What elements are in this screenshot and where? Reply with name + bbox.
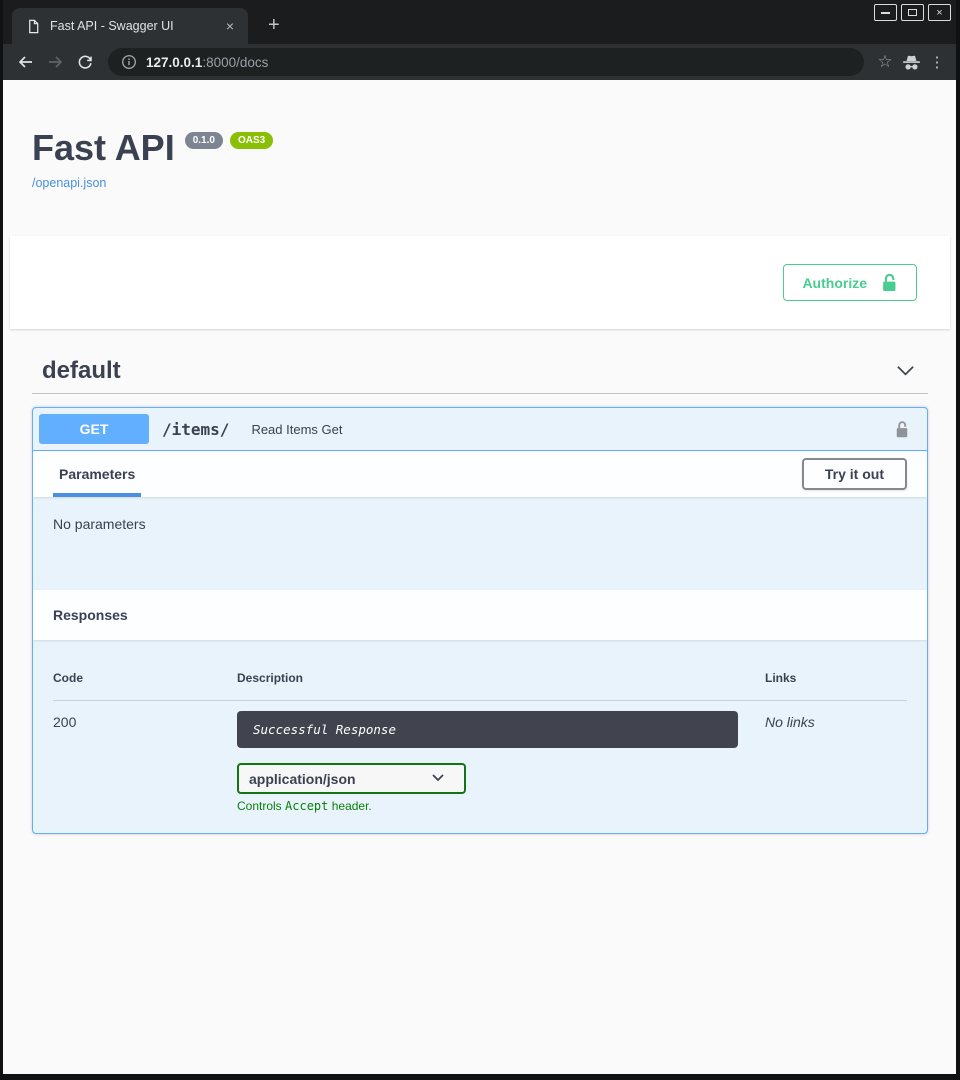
window-maximize-button[interactable] [901,4,924,21]
collapse-section-button[interactable] [884,365,926,377]
accept-header-note: Controls Accept header. [237,799,765,813]
maximize-icon [908,9,917,16]
chevron-down-icon [896,365,915,377]
url-host: 127.0.0.1 [146,55,202,70]
response-description-cell: Successful Response application/json [237,711,765,813]
browser-tab[interactable]: Fast API - Swagger UI × [12,8,248,44]
site-info-icon[interactable] [121,54,137,70]
response-links: No links [765,711,907,813]
url-bar[interactable]: 127.0.0.1:8000/docs [108,48,864,76]
unlocked-padlock-icon [881,273,898,292]
api-operations: default GET /items/ Read Items Get [0,357,960,834]
forward-button[interactable] [40,47,70,77]
reload-icon [77,54,93,70]
operation-summary-text: Read Items Get [251,422,895,437]
responses-table-header: Code Description Links [53,658,907,701]
browser-menu-icon[interactable]: ⋮ [924,49,950,75]
responses-header: Responses [33,590,927,640]
document-favicon-icon [26,19,41,34]
browser-tab-strip: Fast API - Swagger UI × + × [0,0,960,44]
operation-path: /items/ [162,420,229,439]
description-column-header: Description [237,671,765,685]
response-row-200: 200 Successful Response application/json [53,701,907,813]
back-arrow-icon [17,54,34,70]
back-button[interactable] [10,47,40,77]
response-code: 200 [53,711,237,813]
code-column-header: Code [53,671,237,685]
unlocked-padlock-icon [895,420,909,439]
minimize-icon [881,12,890,14]
bookmark-star-icon[interactable]: ☆ [872,49,898,75]
accept-note-prefix: Controls [237,799,285,813]
accept-note-code: Accept [285,799,328,813]
reload-button[interactable] [70,47,100,77]
opblock-get-items: GET /items/ Read Items Get Parameters Tr… [32,407,928,834]
tag-name: default [42,357,121,385]
authorize-button[interactable]: Authorize [783,264,917,301]
openapi-spec-link[interactable]: /openapi.json [32,176,106,190]
parameters-header: Parameters Try it out [33,451,927,497]
no-parameters-message: No parameters [33,497,927,590]
incognito-icon [898,49,924,75]
forward-arrow-icon [47,54,64,70]
response-description: Successful Response [237,711,738,748]
url-text: 127.0.0.1:8000/docs [146,55,268,70]
operation-auth-button[interactable] [895,420,909,439]
try-it-out-button[interactable]: Try it out [802,458,907,490]
http-method-badge: GET [39,414,149,444]
url-path: :8000/docs [202,55,268,70]
browser-toolbar: 127.0.0.1:8000/docs ☆ ⋮ [0,44,960,80]
parameters-tab-label: Parameters [59,466,135,482]
media-type-select[interactable]: application/json [237,763,466,794]
tab-title: Fast API - Swagger UI [50,19,213,33]
api-title: Fast API [32,128,175,168]
window-minimize-button[interactable] [874,4,897,21]
api-info-section: Fast API 0.1.0 OAS3 /openapi.json [0,80,960,192]
tab-close-icon[interactable]: × [222,18,238,34]
media-type-control: application/json [237,763,466,794]
tag-section-header[interactable]: default [32,357,928,394]
new-tab-button[interactable]: + [268,15,280,35]
oas3-badge: OAS3 [230,132,273,149]
links-column-header: Links [765,671,907,685]
window-close-button[interactable]: × [928,4,951,21]
scheme-container: Authorize [10,236,950,329]
api-badges: 0.1.0 OAS3 [185,132,273,149]
accept-note-suffix: header. [328,799,371,813]
tab-parameters[interactable]: Parameters [53,451,141,497]
authorize-label: Authorize [802,275,867,291]
responses-title: Responses [53,607,128,623]
operation-summary[interactable]: GET /items/ Read Items Get [33,408,927,451]
responses-body: Code Description Links 200 Successful Re… [33,640,927,833]
window-controls: × [874,4,951,21]
api-title-row: Fast API 0.1.0 OAS3 [32,128,928,168]
swagger-page: Fast API 0.1.0 OAS3 /openapi.json Author… [0,80,960,1080]
version-badge: 0.1.0 [185,132,223,149]
